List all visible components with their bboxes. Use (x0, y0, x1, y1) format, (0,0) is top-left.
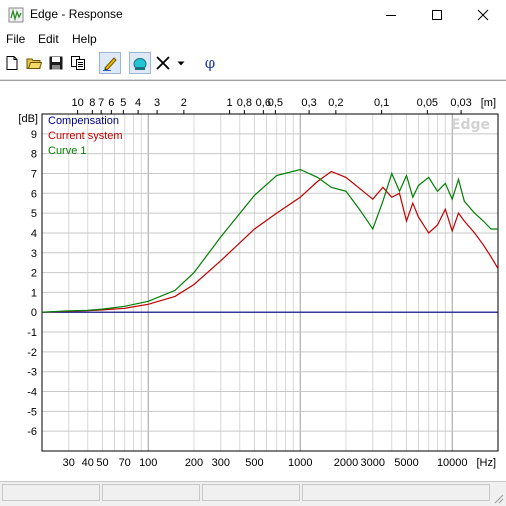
y-tick-label: -1 (27, 327, 37, 339)
legend-entry: Compensation (48, 115, 119, 127)
y-tick-label: -3 (27, 367, 37, 379)
top-tick-label: 0,03 (450, 97, 471, 109)
top-tick-label: 6 (108, 97, 114, 109)
cyan-object-icon (133, 58, 147, 70)
new-button[interactable] (1, 52, 23, 74)
series-line-1 (41, 170, 499, 313)
watermark: Edge (451, 117, 490, 133)
y-tick-label: 9 (31, 129, 37, 141)
plot-frame (41, 113, 499, 452)
dropdown-arrow-icon (177, 61, 185, 66)
delete-dropdown-button[interactable] (174, 52, 188, 74)
title-bar: Edge - Response (0, 0, 506, 30)
legend-entry: Current system (48, 130, 123, 142)
status-bar (0, 481, 506, 506)
x-tick-label: 5000 (394, 457, 418, 469)
maximize-button[interactable] (414, 0, 460, 30)
x-tick-label: 30 (63, 457, 75, 469)
axes: [dB] [Hz] [m] (18, 97, 496, 469)
x-tick-label: 40 (82, 457, 94, 469)
legend-entry: Curve 1 (48, 145, 87, 157)
top-tick-label: 3 (154, 97, 160, 109)
chart-svg: 9876543210-1-2-3-4-5-630 40 50 70 100 200 300 5… (18, 97, 499, 469)
new-file-icon (6, 56, 18, 70)
copy-icon (71, 56, 85, 70)
top-tick-label: 0,2 (328, 97, 343, 109)
menu-bar: File Edit Help (0, 30, 506, 49)
x-tick-label: 50 (96, 457, 108, 469)
top-tick-label: 0,5 (268, 97, 283, 109)
y-tick-label: 5 (31, 208, 37, 220)
y-tick-label: -5 (27, 406, 37, 418)
minimize-button[interactable] (368, 0, 414, 30)
top-axis-label: [m] (481, 97, 496, 109)
x-tick-label: 3000 (361, 457, 385, 469)
pen-tool-button[interactable] (99, 52, 121, 74)
minimize-icon (386, 15, 396, 16)
top-tick-label: 0,8 (237, 97, 252, 109)
y-axis-label: [dB] (18, 113, 38, 125)
window-title: Edge - Response (30, 7, 123, 21)
x-tick-label: 500 (245, 457, 263, 469)
open-folder-icon (26, 58, 42, 69)
y-tick-label: 0 (31, 307, 37, 319)
y-tick-label: 7 (31, 168, 37, 180)
status-panel-4 (302, 484, 490, 501)
top-tick-label: 10 (71, 97, 83, 109)
y-tick-label: 3 (31, 248, 37, 260)
close-icon (477, 9, 489, 21)
x-tick-label: 70 (119, 457, 131, 469)
y-tick-label: 6 (31, 188, 37, 200)
y-tick-label: 1 (31, 287, 37, 299)
y-tick-label: 2 (31, 268, 37, 280)
save-icon (49, 56, 63, 70)
close-button[interactable] (460, 0, 506, 30)
resize-grip-icon[interactable] (492, 492, 504, 504)
y-tick-label: -4 (27, 387, 37, 399)
app-icon (8, 7, 24, 23)
y-tick-label: -2 (27, 347, 37, 359)
status-panel-1 (2, 484, 100, 501)
top-tick-label: 0,1 (374, 97, 389, 109)
phi-icon: φ (204, 54, 216, 72)
y-tick-label: -6 (27, 426, 37, 438)
phase-button[interactable]: φ (199, 52, 221, 74)
response-chart[interactable]: 9 8 7 6 5 4 3 2 1 0 -1 -2 -3 -4 -5 -6 30 40 50 70 100 200 300 5… (0, 80, 506, 481)
top-tick-label: 0,3 (301, 97, 316, 109)
menu-help[interactable]: Help (72, 32, 97, 46)
top-tick-label: 8 (89, 97, 95, 109)
copy-button[interactable] (67, 52, 89, 74)
menu-edit[interactable]: Edit (38, 32, 59, 46)
delete-button[interactable] (152, 52, 174, 74)
toolbar: φ (0, 49, 506, 80)
x-axis-label: [Hz] (476, 457, 496, 469)
series-line-2 (41, 168, 498, 313)
top-tick-label: 5 (120, 97, 126, 109)
x-tick-label: 10000 (437, 457, 468, 469)
open-button[interactable] (23, 52, 45, 74)
top-tick-label: 0,05 (417, 97, 438, 109)
grid: 9876543210-1-2-3-4-5-630 40 50 70 100 200 300 5… (27, 97, 499, 469)
x-tick-label: 300 (212, 457, 230, 469)
pen-icon (103, 57, 117, 71)
top-tick-label: 4 (135, 97, 141, 109)
save-button[interactable] (45, 52, 67, 74)
legend: Compensation Current system Curve 1 (48, 115, 123, 157)
y-tick-label: 4 (31, 228, 37, 240)
top-tick-label: 1 (227, 97, 233, 109)
x-tick-label: 100 (139, 457, 157, 469)
top-tick-label: 2 (181, 97, 187, 109)
status-panel-2 (102, 484, 200, 501)
x-tick-label: 200 (185, 457, 203, 469)
maximize-icon (432, 10, 442, 20)
status-panel-3 (202, 484, 300, 501)
top-tick-label: 7 (98, 97, 104, 109)
x-tick-label: 1000 (288, 457, 312, 469)
close-x-icon (156, 56, 170, 70)
x-tick-label: 2000 (334, 457, 358, 469)
menu-file[interactable]: File (6, 32, 25, 46)
curves (41, 168, 499, 313)
object-tool-button[interactable] (129, 52, 151, 74)
y-tick-label: 8 (31, 149, 37, 161)
